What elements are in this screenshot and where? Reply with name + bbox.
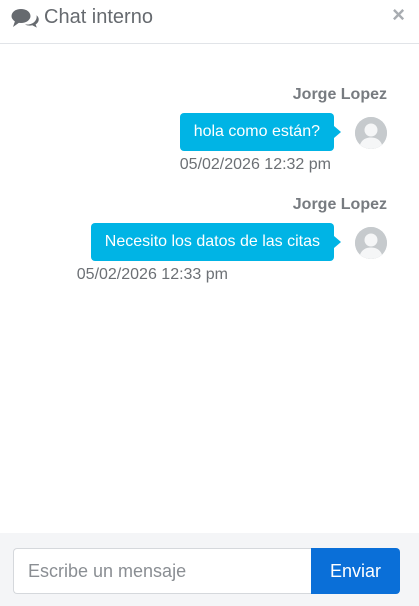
close-icon[interactable]: × xyxy=(392,2,405,28)
message-timestamp: 05/02/2026 12:33 pm xyxy=(76,266,228,283)
composer-bar: Enviar xyxy=(0,533,419,606)
comments-icon xyxy=(11,8,39,28)
message-timestamp: 05/02/2026 12:32 pm xyxy=(179,156,331,173)
message-author: Jorge Lopez xyxy=(292,86,387,103)
message-author: Jorge Lopez xyxy=(292,196,387,213)
chat-header: Chat interno × xyxy=(0,0,419,44)
message-bubble: Necesito los datos de las citas xyxy=(90,223,342,261)
message-bubble: hola como están? xyxy=(179,113,342,151)
chat-panel: Chat interno × Jorge Lopez hola como est… xyxy=(0,0,419,606)
chat-title: Chat interno xyxy=(44,6,153,28)
user-avatar-icon xyxy=(355,227,387,259)
message-input[interactable] xyxy=(13,548,311,594)
user-avatar-icon xyxy=(355,117,387,149)
send-button[interactable]: Enviar xyxy=(311,548,400,594)
message-list: Jorge Lopez hola como están? 05/02/2026 … xyxy=(0,44,419,533)
